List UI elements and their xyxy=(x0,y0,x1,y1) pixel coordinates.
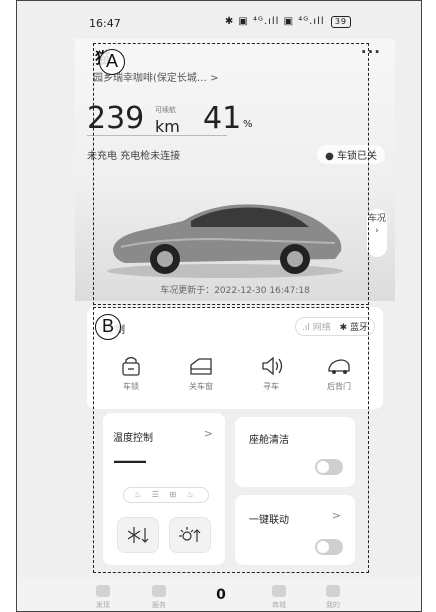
nav-service-label: 服务 xyxy=(152,601,166,609)
vehicle-status-tab[interactable]: 车况 › xyxy=(367,209,387,257)
side-tab-label: 车况 xyxy=(367,214,386,224)
status-icons: ✱ ▣ ⁴ᴳ.ıll ▣ ⁴ᴳ.ıll 39 xyxy=(225,16,351,28)
nav-mall[interactable]: 商城 xyxy=(259,585,299,610)
discover-icon xyxy=(96,585,110,597)
nav-discover[interactable]: 发现 xyxy=(83,585,123,610)
nav-mall-label: 商城 xyxy=(272,601,286,609)
callout-region-a xyxy=(93,43,369,305)
nav-me[interactable]: 我的 xyxy=(313,585,353,610)
brand-center-button[interactable]: 0 xyxy=(213,587,229,603)
callout-region-b xyxy=(93,307,369,573)
bottom-navigation: 发现 服务 0 商城 我的 xyxy=(17,577,421,611)
phone-frame: 16:47 ✱ ▣ ⁴ᴳ.ıll ▣ ⁴ᴳ.ıll 39 猫 ··· 园乡瑞幸咖… xyxy=(16,0,422,612)
nav-me-label: 我的 xyxy=(326,601,340,609)
profile-icon xyxy=(326,585,340,597)
status-bar: 16:47 ✱ ▣ ⁴ᴳ.ıll ▣ ⁴ᴳ.ıll 39 xyxy=(17,1,421,39)
callout-label-a: A xyxy=(99,49,125,75)
callout-label-b: B xyxy=(95,314,121,340)
battery-icon: 39 xyxy=(330,16,351,28)
mall-icon xyxy=(272,585,286,597)
nav-discover-label: 发现 xyxy=(96,601,110,609)
nav-service[interactable]: 服务 xyxy=(139,585,179,610)
signal-icons: ✱ ▣ ⁴ᴳ.ıll ▣ ⁴ᴳ.ıll xyxy=(224,16,325,27)
heart-icon xyxy=(152,585,166,597)
status-time: 16:47 xyxy=(89,17,121,30)
